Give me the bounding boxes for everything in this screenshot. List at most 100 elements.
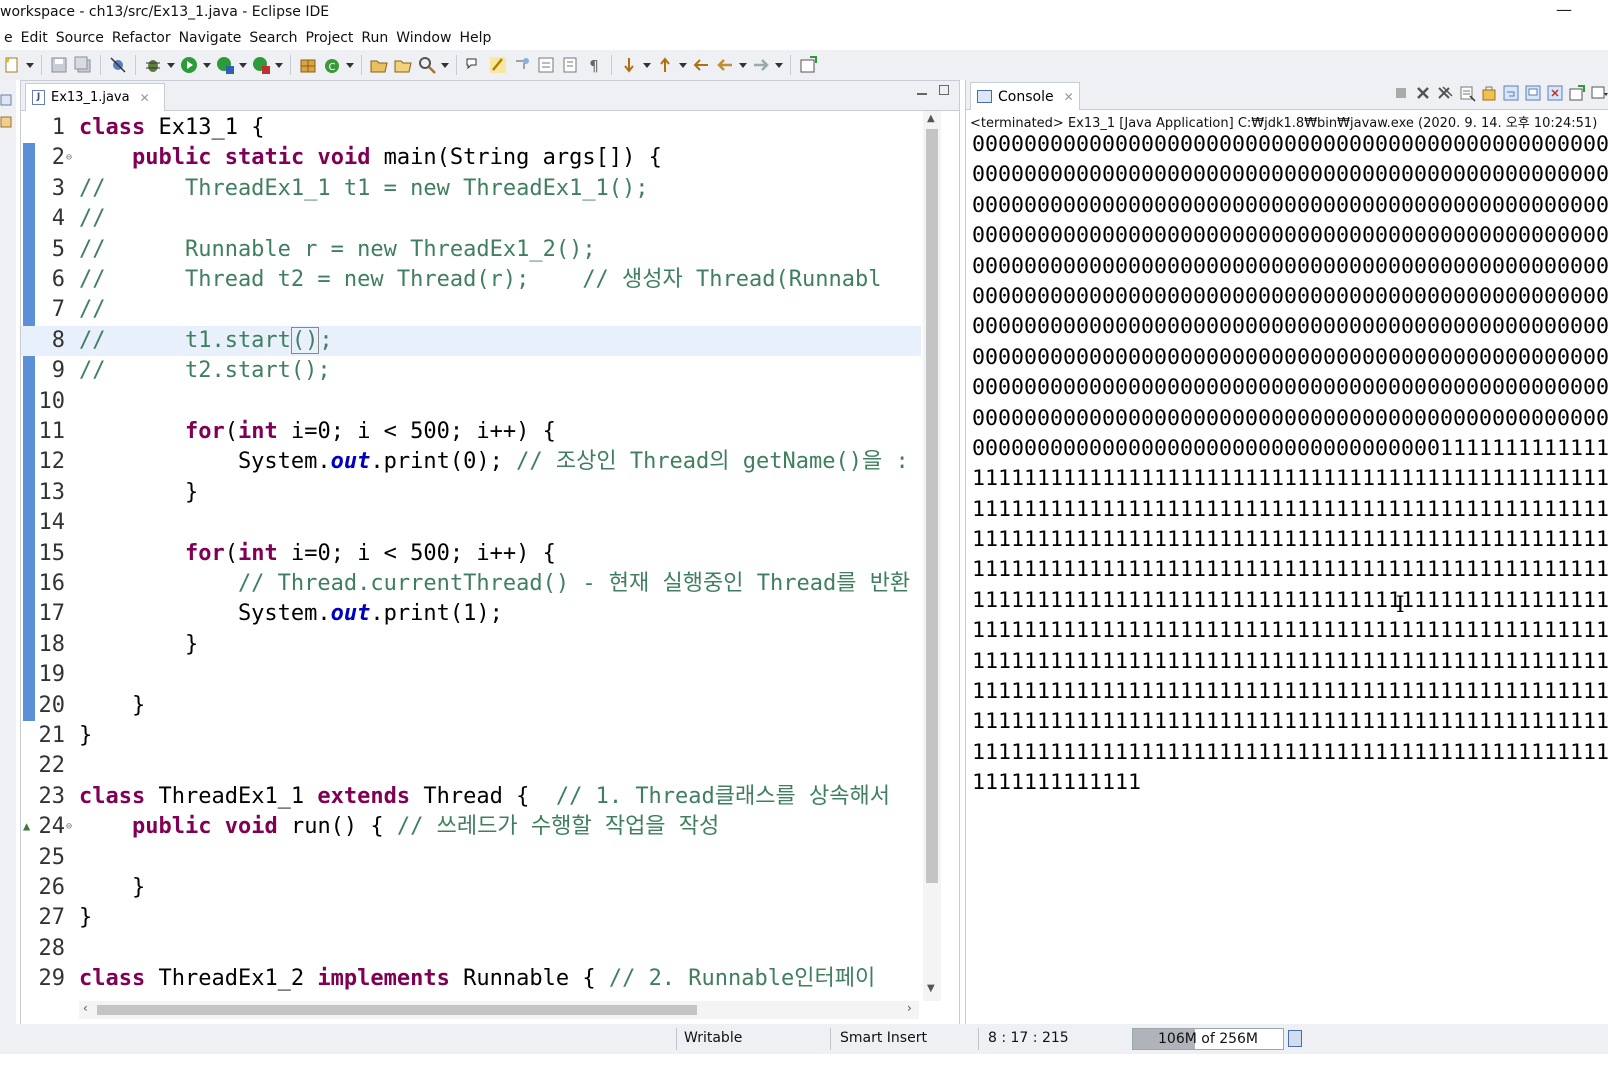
open-task-icon[interactable]: [393, 55, 413, 75]
code-line[interactable]: 1 class Ex13_1 {: [21, 113, 921, 143]
close-tab-icon[interactable]: ✕: [140, 91, 150, 105]
menu-refactor[interactable]: Refactor: [108, 30, 175, 46]
external-tools-icon[interactable]: [251, 55, 271, 75]
forward-dropdown[interactable]: [775, 55, 783, 75]
fold-toggle-icon[interactable]: ⊖: [66, 822, 72, 832]
next-annotation-dropdown[interactable]: [643, 55, 651, 75]
scroll-up-icon[interactable]: ▲: [927, 113, 935, 124]
block-selection-icon[interactable]: [512, 55, 532, 75]
next-annotation-icon[interactable]: [619, 55, 639, 75]
code-line[interactable]: 7 //: [21, 295, 921, 325]
code-line[interactable]: 21}: [21, 721, 921, 751]
scroll-lock-icon[interactable]: [1480, 84, 1498, 102]
code-line[interactable]: 27}: [21, 903, 921, 933]
scroll-down-icon[interactable]: ▼: [927, 983, 935, 994]
remove-launch-icon[interactable]: [1414, 84, 1432, 102]
search-icon[interactable]: [417, 55, 437, 75]
open-type-icon[interactable]: [369, 55, 389, 75]
code-line[interactable]: 3 // ThreadEx1_1 t1 = new ThreadEx1_1();: [21, 174, 921, 204]
pin-console-icon[interactable]: [1568, 84, 1586, 102]
toggle-breadcrumb-icon[interactable]: [464, 55, 484, 75]
forward-icon[interactable]: [751, 55, 771, 75]
package-explorer-icon[interactable]: [0, 92, 12, 106]
scroll-left-icon[interactable]: ‹: [83, 1001, 88, 1015]
menu-search[interactable]: Search: [245, 30, 301, 46]
code-line[interactable]: 9 // t2.start();: [21, 356, 921, 386]
coverage-dropdown[interactable]: [239, 55, 247, 75]
run-icon[interactable]: [179, 55, 199, 75]
code-line[interactable]: 13 }: [21, 478, 921, 508]
new-java-class-icon[interactable]: C: [322, 55, 342, 75]
code-line[interactable]: 2 ⊖ public static void main(String args[]…: [21, 143, 921, 173]
editor-horizontal-scrollbar[interactable]: ‹ ›: [79, 1001, 919, 1019]
external-tools-dropdown[interactable]: [275, 55, 283, 75]
code-line[interactable]: 25: [21, 843, 921, 873]
word-wrap-icon[interactable]: [560, 55, 580, 75]
code-line[interactable]: 18 }: [21, 630, 921, 660]
skip-breakpoints-icon[interactable]: [108, 55, 128, 75]
hierarchy-icon[interactable]: [0, 114, 12, 128]
maximize-icon[interactable]: [939, 85, 949, 95]
menu-help[interactable]: Help: [455, 30, 495, 46]
menu-project[interactable]: Project: [301, 30, 357, 46]
code-line[interactable]: 12 System.out.print(0); // 조상인 Thread의 g…: [21, 447, 921, 477]
minimize-button[interactable]: —: [1552, 0, 1576, 24]
new-icon[interactable]: [2, 55, 22, 75]
menu-navigate[interactable]: Navigate: [175, 30, 246, 46]
debug-dropdown[interactable]: [167, 55, 175, 75]
code-line[interactable]: 24 ⊖ ▲ public void run() { // 쓰레드가 수행할 작업을…: [21, 812, 921, 842]
previous-annotation-dropdown[interactable]: [679, 55, 687, 75]
console-tab[interactable]: Console ✕: [970, 82, 1080, 110]
code-line[interactable]: 15 for(int i=0; i < 500; i++) {: [21, 539, 921, 569]
show-whitespace-icon[interactable]: [536, 55, 556, 75]
menu-source[interactable]: Source: [52, 30, 108, 46]
menu-edit[interactable]: Edit: [17, 30, 52, 46]
pilcrow-icon[interactable]: ¶: [584, 55, 604, 75]
run-dropdown[interactable]: [203, 55, 211, 75]
new-dropdown[interactable]: [26, 55, 34, 75]
save-all-icon[interactable]: [73, 55, 93, 75]
coverage-icon[interactable]: [215, 55, 235, 75]
clear-console-icon[interactable]: [1458, 84, 1476, 102]
code-line[interactable]: 16 // Thread.currentThread() - 현재 실행중인 T…: [21, 569, 921, 599]
code-line[interactable]: 17 System.out.print(1);: [21, 599, 921, 629]
word-wrap-console-icon[interactable]: [1502, 84, 1520, 102]
menu-run[interactable]: Run: [357, 30, 392, 46]
minimize-icon[interactable]: [917, 85, 927, 95]
code-area[interactable]: 1 class Ex13_1 {2 ⊖ public static void mai…: [21, 111, 921, 1001]
code-line[interactable]: 8 // t1.start();: [21, 325, 921, 356]
previous-annotation-icon[interactable]: [655, 55, 675, 75]
show-console-on-error-icon[interactable]: [1546, 84, 1564, 102]
heap-status[interactable]: 106M of 256M: [1132, 1028, 1284, 1050]
new-class-dropdown[interactable]: [346, 55, 354, 75]
code-line[interactable]: 19: [21, 660, 921, 690]
editor-tab-ex13-1[interactable]: J Ex13_1.java ✕: [25, 83, 165, 111]
back-dropdown[interactable]: [739, 55, 747, 75]
terminate-icon[interactable]: [1392, 84, 1410, 102]
remove-all-terminated-icon[interactable]: [1436, 84, 1454, 102]
search-dropdown[interactable]: [441, 55, 449, 75]
code-line[interactable]: 29 class ThreadEx1_2 implements Runnable …: [21, 964, 921, 994]
debug-icon[interactable]: [143, 55, 163, 75]
fold-toggle-icon[interactable]: ⊖: [66, 153, 72, 163]
display-selected-console-icon[interactable]: [1590, 84, 1608, 102]
menu-window[interactable]: Window: [392, 30, 455, 46]
code-line[interactable]: 26 }: [21, 873, 921, 903]
code-line[interactable]: 20 }: [21, 691, 921, 721]
code-line[interactable]: 6 // Thread t2 = new Thread(r); // 생성자 Th…: [21, 265, 921, 295]
open-perspective-icon[interactable]: [798, 55, 818, 75]
back-icon[interactable]: [715, 55, 735, 75]
close-tab-icon[interactable]: ✕: [1064, 90, 1074, 104]
code-line[interactable]: 4 //: [21, 204, 921, 234]
run-gc-icon[interactable]: [1288, 1030, 1302, 1047]
last-edit-location-icon[interactable]: [691, 55, 711, 75]
scroll-thumb[interactable]: [97, 1005, 697, 1015]
mark-occurrences-icon[interactable]: [488, 55, 508, 75]
console-output[interactable]: 0000000000000000000000000000000000000000…: [972, 130, 1608, 1010]
code-line[interactable]: 23 class ThreadEx1_1 extends Thread { // …: [21, 782, 921, 812]
new-java-package-icon[interactable]: [298, 55, 318, 75]
menu-file[interactable]: e: [0, 30, 17, 46]
code-line[interactable]: 10: [21, 387, 921, 417]
code-line[interactable]: 5 // Runnable r = new ThreadEx1_2();: [21, 235, 921, 265]
scroll-right-icon[interactable]: ›: [907, 1001, 912, 1015]
